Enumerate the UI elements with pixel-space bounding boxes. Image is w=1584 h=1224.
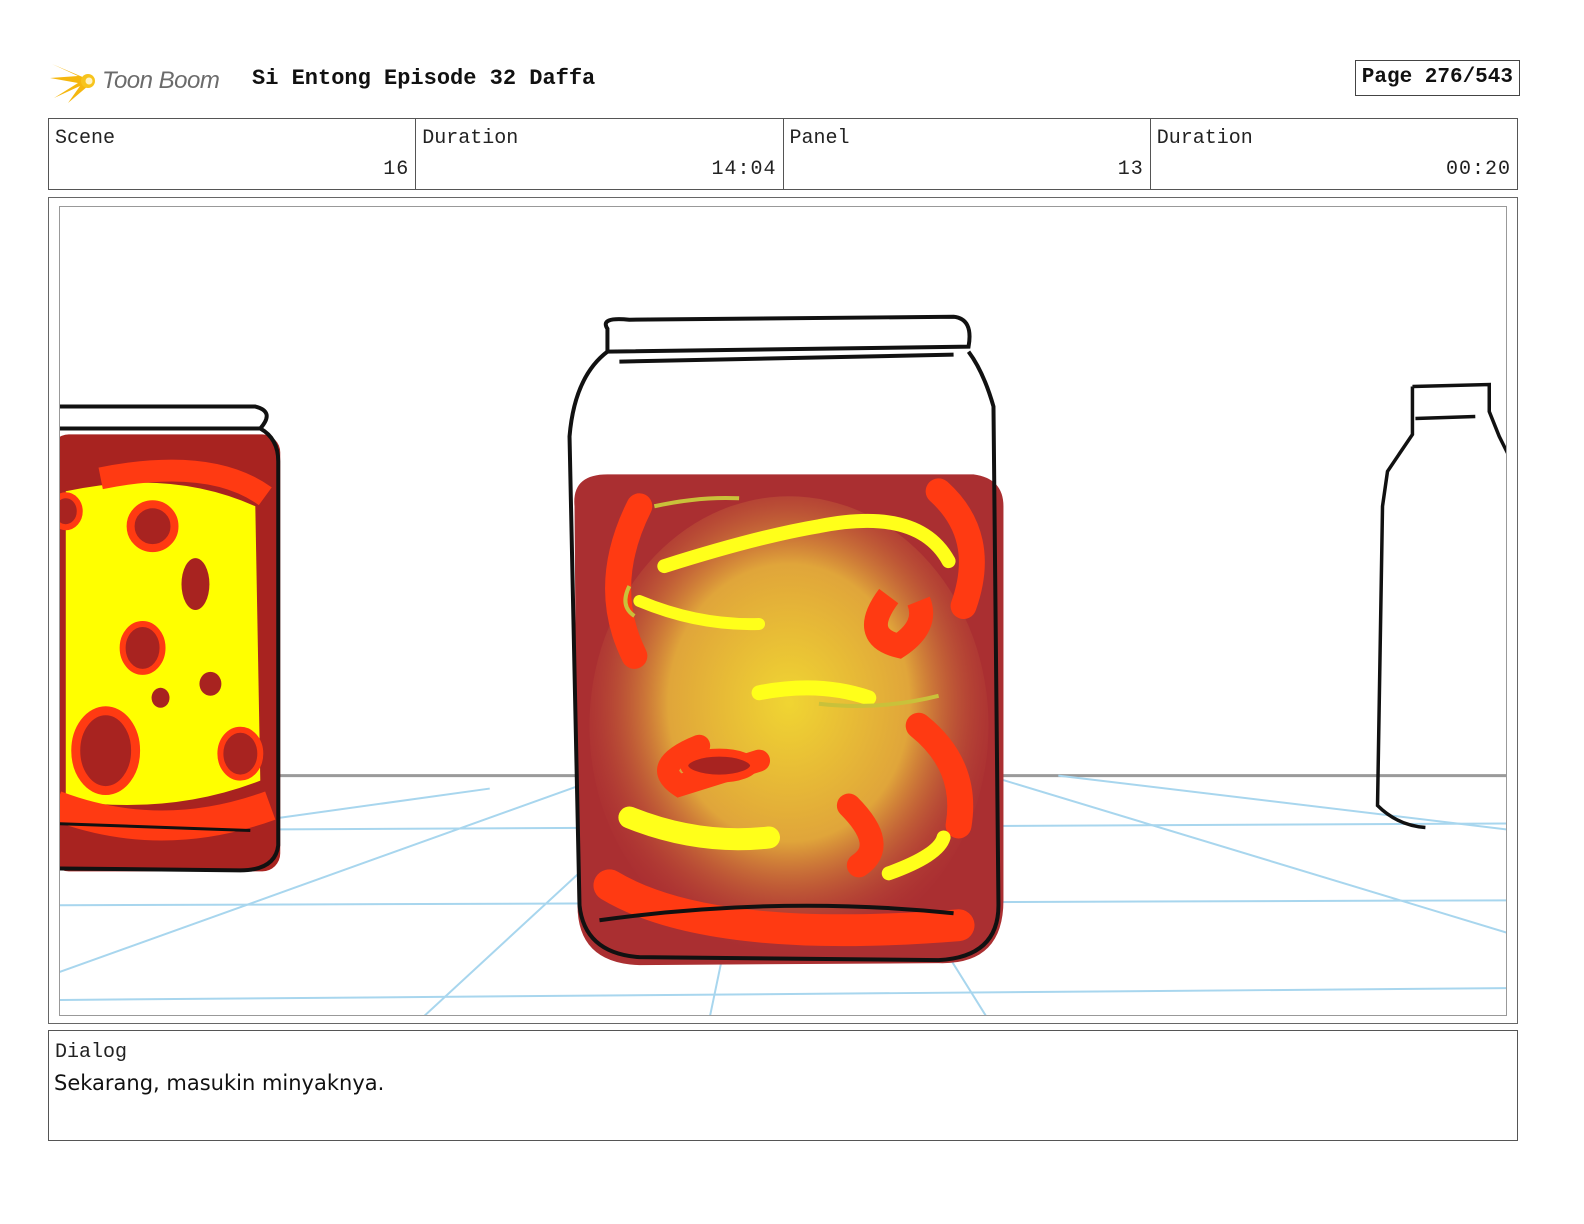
right-bottle <box>1375 382 1506 830</box>
dialog-box: Dialog Sekarang, masukin minyaknya. <box>48 1030 1518 1141</box>
scene-duration-value: 14:04 <box>711 158 777 181</box>
dialog-label: Dialog <box>55 1041 128 1064</box>
left-chili-jar <box>60 404 281 873</box>
scene-info-table: Scene 16 Duration 14:04 Panel 13 Duratio… <box>48 118 1518 190</box>
scene-cell: Scene 16 <box>49 119 415 189</box>
panel-value: 13 <box>1117 158 1144 181</box>
page-header: Toon Boom Si Entong Episode 32 Daffa Pag… <box>48 56 1520 106</box>
scene-duration-label: Duration <box>422 127 519 150</box>
panel-duration-cell: Duration 00:20 <box>1149 119 1517 189</box>
starburst-logo-icon <box>50 64 95 103</box>
document-title: Si Entong Episode 32 Daffa <box>252 66 596 91</box>
panel-duration-label: Duration <box>1156 127 1253 150</box>
scene-duration-cell: Duration 14:04 <box>415 119 782 189</box>
panel-drawing <box>60 314 1506 1015</box>
scene-value: 16 <box>383 158 410 181</box>
panel-cell: Panel 13 <box>782 119 1150 189</box>
center-chili-jar <box>567 314 1004 966</box>
storyboard-panel <box>48 197 1518 1024</box>
panel-artwork-area <box>59 206 1507 1016</box>
dialog-text: Sekarang, masukin minyaknya. <box>54 1071 385 1095</box>
panel-label: Panel <box>789 127 850 150</box>
scene-label: Scene <box>55 127 116 150</box>
panel-duration-value: 00:20 <box>1445 158 1511 181</box>
toon-boom-logo: Toon Boom <box>48 56 220 106</box>
page-number: Page 276/543 <box>1354 60 1520 96</box>
brand-name: Toon Boom <box>102 67 220 94</box>
